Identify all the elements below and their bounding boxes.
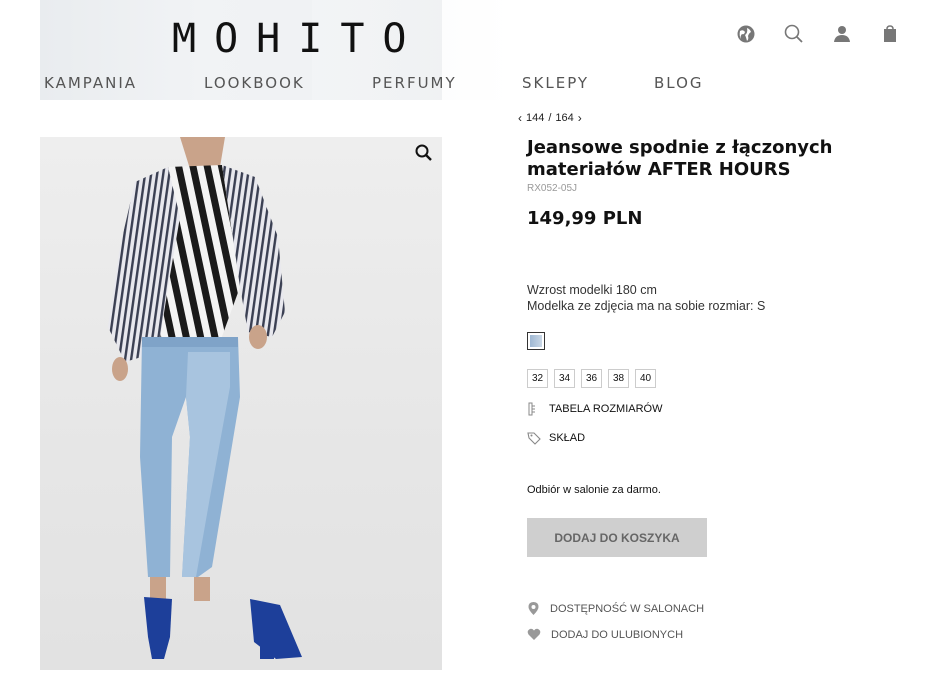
nav-kampania[interactable]: KAMPANIA (44, 74, 204, 92)
size-option[interactable]: 32 (527, 369, 548, 388)
product-price: 149,99 PLN (527, 208, 643, 229)
pager-current: 144 (526, 112, 545, 124)
location-pin-icon (528, 602, 539, 615)
size-option[interactable]: 38 (608, 369, 629, 388)
main-nav: KAMPANIA LOOKBOOK PERFUMY SKLEPY BLOG (44, 74, 704, 92)
search-icon[interactable] (784, 22, 832, 46)
size-table-label: TABELA ROZMIARÓW (549, 403, 663, 415)
tag-icon (527, 432, 541, 445)
add-to-favorites-link[interactable]: DODAJ DO ULUBIONYCH (527, 628, 683, 641)
color-swatch[interactable] (527, 332, 545, 350)
model-info: Wzrost modelki 180 cm Modelka ze zdjęcia… (527, 282, 765, 314)
product-sku: RX052-05J (527, 183, 578, 194)
header-icons (736, 22, 928, 46)
model-photo (108, 137, 302, 659)
size-option[interactable]: 36 (581, 369, 602, 388)
nav-lookbook[interactable]: LOOKBOOK (204, 74, 372, 92)
model-size: Modelka ze zdjęcia ma na sobie rozmiar: … (527, 299, 766, 313)
prev-product-icon[interactable]: ‹ (518, 111, 522, 125)
ruler-icon (528, 402, 535, 416)
size-table-link[interactable]: TABELA ROZMIARÓW (527, 402, 662, 416)
add-to-cart-button[interactable]: DODAJ DO KOSZYKA (527, 518, 707, 557)
bag-icon[interactable] (880, 22, 928, 46)
next-product-icon[interactable]: › (578, 111, 582, 125)
add-to-favorites-label: DODAJ DO ULUBIONYCH (551, 628, 684, 641)
nav-perfumy[interactable]: PERFUMY (372, 74, 522, 92)
size-option[interactable]: 34 (554, 369, 575, 388)
product-pager: ‹ 144 / 164 › (514, 111, 586, 125)
product-image[interactable] (40, 137, 442, 670)
size-selector: 32 34 36 38 40 (527, 369, 662, 388)
nav-blog[interactable]: BLOG (654, 74, 704, 92)
store-availability-label: DOSTĘPNOŚĆ W SALONACH (550, 602, 705, 615)
zoom-icon[interactable] (414, 143, 434, 163)
product-title: Jeansowe spodnie z łączonych materiałów … (527, 137, 833, 180)
composition-label: SKŁAD (549, 432, 586, 444)
store-availability-link[interactable]: DOSTĘPNOŚĆ W SALONACH (527, 601, 704, 616)
pager-separator: / (548, 112, 552, 124)
account-icon[interactable] (832, 22, 880, 46)
pickup-info: Odbiór w salonie za darmo. (527, 484, 661, 496)
size-option[interactable]: 40 (635, 369, 656, 388)
nav-sklepy[interactable]: SKLEPY (522, 74, 654, 92)
logo[interactable]: MOHITO (172, 16, 425, 62)
globe-icon[interactable] (736, 22, 784, 46)
model-height: Wzrost modelki 180 cm (527, 283, 657, 297)
heart-icon (527, 628, 541, 640)
pager-total: 164 (555, 112, 574, 124)
composition-link[interactable]: SKŁAD (527, 431, 585, 445)
